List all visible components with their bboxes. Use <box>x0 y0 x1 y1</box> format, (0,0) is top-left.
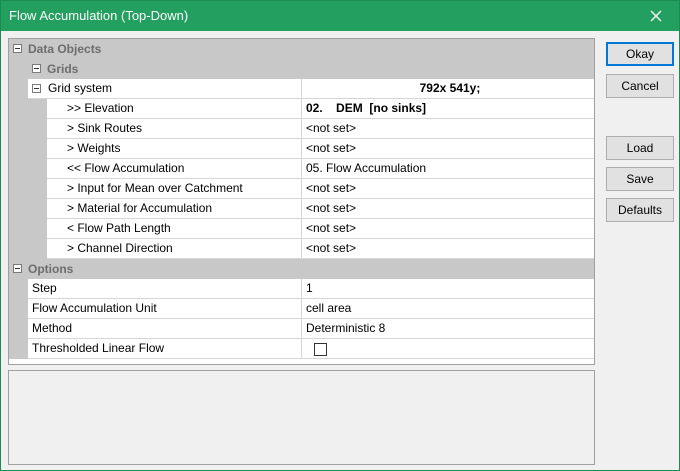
param-label: << Flow Accumulation <box>47 159 302 179</box>
title-bar: Flow Accumulation (Top-Down) <box>1 1 679 31</box>
collapse-icon[interactable] <box>13 44 22 53</box>
collapse-icon[interactable] <box>32 64 41 73</box>
param-value[interactable]: <not set> <box>302 219 594 239</box>
property-grid: Data Objects Grids Grid system 792x 541y… <box>8 38 595 365</box>
grid-system-row[interactable]: Grid system 792x 541y; <box>9 79 594 99</box>
cancel-button[interactable]: Cancel <box>606 74 674 98</box>
option-label: Method <box>28 319 302 339</box>
collapse-icon[interactable] <box>13 264 22 273</box>
category-data-objects[interactable]: Data Objects <box>9 39 594 59</box>
option-row[interactable]: Thresholded Linear Flow <box>9 339 594 359</box>
param-row[interactable]: >> Elevation 02. DEM [no sinks] <box>9 99 594 119</box>
param-row[interactable]: > Input for Mean over Catchment <not set… <box>9 179 594 199</box>
category-label: Options <box>28 262 74 276</box>
param-label: >> Elevation <box>47 99 302 119</box>
param-row[interactable]: > Material for Accumulation <not set> <box>9 199 594 219</box>
grid-system-label: Grid system <box>28 79 302 99</box>
elevation-num: 02. <box>306 101 323 115</box>
okay-button[interactable]: Okay <box>606 42 674 66</box>
thresholded-linear-flow-checkbox[interactable] <box>314 343 327 356</box>
param-value[interactable]: <not set> <box>302 179 594 199</box>
elevation-suffix: [no sinks] <box>369 101 427 115</box>
param-value[interactable]: <not set> <box>302 239 594 259</box>
param-value[interactable]: <not set> <box>302 139 594 159</box>
thresholded-value-cell <box>302 339 594 359</box>
elevation-name: DEM <box>336 101 363 115</box>
grid-system-value[interactable]: 792x 541y; <box>302 79 594 99</box>
param-row[interactable]: > Channel Direction <not set> <box>9 239 594 259</box>
param-row[interactable]: > Sink Routes <not set> <box>9 119 594 139</box>
load-button[interactable]: Load <box>606 136 674 160</box>
param-label: > Sink Routes <box>47 119 302 139</box>
dialog-window: Flow Accumulation (Top-Down) Data Object… <box>0 0 680 471</box>
method-value[interactable]: Deterministic 8 <box>302 319 594 339</box>
param-label: > Input for Mean over Catchment <box>47 179 302 199</box>
elevation-value[interactable]: 02. DEM [no sinks] <box>302 99 594 119</box>
option-row[interactable]: Step 1 <box>9 279 594 299</box>
option-label: Flow Accumulation Unit <box>28 299 302 319</box>
param-label: > Channel Direction <box>47 239 302 259</box>
window-title: Flow Accumulation (Top-Down) <box>9 8 189 23</box>
param-value[interactable]: 05. Flow Accumulation <box>302 159 594 179</box>
defaults-button[interactable]: Defaults <box>606 198 674 222</box>
param-row[interactable]: << Flow Accumulation 05. Flow Accumulati… <box>9 159 594 179</box>
option-row[interactable]: Method Deterministic 8 <box>9 319 594 339</box>
param-row[interactable]: > Weights <not set> <box>9 139 594 159</box>
param-value[interactable]: <not set> <box>302 119 594 139</box>
unit-value[interactable]: cell area <box>302 299 594 319</box>
category-label: Data Objects <box>28 42 102 56</box>
category-label: Grids <box>47 62 79 76</box>
close-icon <box>650 10 662 22</box>
option-label: Thresholded Linear Flow <box>28 339 302 359</box>
param-value[interactable]: <not set> <box>302 199 594 219</box>
param-label: > Weights <box>47 139 302 159</box>
option-label: Step <box>28 279 302 299</box>
category-grids[interactable]: Grids <box>9 59 594 79</box>
param-label: < Flow Path Length <box>47 219 302 239</box>
param-row[interactable]: < Flow Path Length <not set> <box>9 219 594 239</box>
description-panel <box>8 370 595 465</box>
param-label: > Material for Accumulation <box>47 199 302 219</box>
collapse-icon[interactable] <box>32 84 41 93</box>
category-options[interactable]: Options <box>9 259 594 279</box>
step-value[interactable]: 1 <box>302 279 594 299</box>
option-row[interactable]: Flow Accumulation Unit cell area <box>9 299 594 319</box>
save-button[interactable]: Save <box>606 167 674 191</box>
close-button[interactable] <box>633 1 679 31</box>
